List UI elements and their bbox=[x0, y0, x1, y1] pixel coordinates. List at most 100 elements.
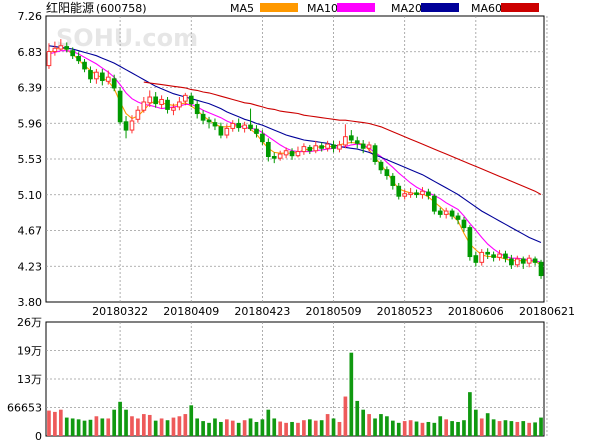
candle-body bbox=[390, 175, 396, 186]
candle bbox=[135, 106, 141, 123]
candle bbox=[94, 68, 99, 84]
candle bbox=[467, 225, 473, 261]
candle-body bbox=[111, 78, 117, 89]
legend-swatch bbox=[337, 3, 375, 12]
candle bbox=[538, 259, 544, 279]
candle-body bbox=[248, 124, 253, 129]
date-tick-label: 20180423 bbox=[234, 305, 290, 318]
volume-bar bbox=[462, 420, 466, 436]
candle-body bbox=[230, 122, 236, 129]
candle bbox=[485, 248, 491, 260]
volume-bar bbox=[539, 417, 543, 436]
candle-body bbox=[514, 258, 520, 266]
candle bbox=[212, 118, 218, 131]
candle-body bbox=[289, 151, 295, 157]
volume-tick-label: 13万 bbox=[17, 373, 42, 386]
candle bbox=[473, 251, 479, 267]
ma-line-ma20 bbox=[48, 45, 542, 244]
candle-body bbox=[431, 195, 437, 212]
candle bbox=[265, 138, 271, 162]
candle-body bbox=[105, 76, 111, 82]
volume-tick-label: 19万 bbox=[17, 345, 42, 358]
volume-bar bbox=[94, 416, 99, 436]
volume-bar bbox=[88, 419, 93, 436]
candle-body bbox=[58, 45, 64, 50]
candle-body bbox=[182, 94, 188, 102]
date-tick-label: 20180523 bbox=[377, 305, 433, 318]
candle-body bbox=[426, 191, 431, 196]
candle-body bbox=[449, 210, 455, 217]
candle bbox=[307, 144, 313, 155]
candle-body bbox=[224, 127, 230, 136]
candle-body bbox=[94, 71, 99, 80]
candle-body bbox=[188, 95, 194, 105]
volume-bar bbox=[242, 420, 247, 436]
volume-bar bbox=[331, 418, 336, 436]
candle bbox=[271, 152, 277, 164]
volume-bar bbox=[64, 417, 69, 436]
candle bbox=[414, 189, 419, 198]
candle-body bbox=[402, 193, 408, 197]
candle-body bbox=[283, 150, 289, 156]
volume-bar bbox=[141, 414, 146, 436]
volume-bar bbox=[165, 420, 170, 436]
volume-bar bbox=[408, 420, 413, 436]
legend-item-ma10: MA10 bbox=[307, 2, 375, 15]
candle-body bbox=[491, 254, 496, 258]
candle bbox=[248, 108, 253, 131]
candle-body bbox=[366, 144, 372, 149]
stock-chart: SOHU.com 7.26 6.83 6.39 5.96 5.53 5.10 4.67 4.2… bbox=[0, 0, 600, 443]
volume-bar bbox=[414, 421, 419, 436]
candle-body bbox=[319, 145, 325, 149]
volume-tick-label: 0 bbox=[35, 430, 42, 440]
legend-item-ma20: MA20 bbox=[391, 2, 459, 15]
kline-chart-svg: SOHU.com 7.26 6.83 6.39 5.96 5.53 5.10 4.67 4.2… bbox=[7, 0, 575, 443]
candle-body bbox=[313, 145, 319, 152]
candle-body bbox=[497, 253, 502, 258]
candle bbox=[99, 68, 105, 86]
candle-body bbox=[354, 140, 360, 144]
candle bbox=[437, 207, 443, 218]
volume-bar bbox=[361, 409, 366, 436]
candle bbox=[443, 207, 449, 219]
volume-bar bbox=[236, 422, 241, 436]
candle-body bbox=[443, 210, 449, 215]
volume-bar bbox=[136, 418, 140, 436]
volume-bar bbox=[189, 405, 194, 436]
volume-bar bbox=[444, 419, 449, 436]
candle-body bbox=[254, 128, 259, 134]
candle bbox=[177, 97, 182, 111]
candle-body bbox=[485, 251, 491, 255]
candle bbox=[200, 110, 206, 125]
candle-body bbox=[165, 99, 170, 110]
candle-body bbox=[348, 135, 354, 141]
stock-code: (600758) bbox=[96, 2, 147, 15]
volume-bar bbox=[70, 418, 75, 436]
candle-body bbox=[455, 215, 461, 220]
candle-body bbox=[88, 70, 93, 80]
volume-bar bbox=[450, 421, 454, 436]
volume-bar bbox=[177, 416, 182, 436]
candle-body bbox=[461, 219, 467, 229]
volume-bar bbox=[290, 421, 294, 436]
candle bbox=[301, 143, 307, 155]
volume-bar bbox=[248, 418, 253, 436]
candle-body bbox=[307, 146, 313, 152]
candle-body bbox=[414, 192, 419, 196]
candle-body bbox=[200, 113, 206, 121]
candle-body bbox=[420, 190, 425, 196]
volume-bar bbox=[385, 416, 389, 436]
candle-body bbox=[236, 122, 242, 129]
volume-bar bbox=[183, 414, 188, 436]
candle-body bbox=[503, 253, 508, 259]
stock-name: 红阳能源 bbox=[46, 0, 94, 15]
candle-body bbox=[343, 136, 348, 146]
volume-bar bbox=[355, 400, 360, 436]
volume-bar bbox=[402, 421, 407, 436]
legend-swatch bbox=[421, 3, 459, 12]
volume-bar bbox=[224, 419, 229, 436]
candle bbox=[509, 254, 514, 269]
date-tick-label: 20180322 bbox=[92, 305, 148, 318]
volume-bar bbox=[112, 409, 117, 436]
volume-bar bbox=[219, 421, 223, 436]
